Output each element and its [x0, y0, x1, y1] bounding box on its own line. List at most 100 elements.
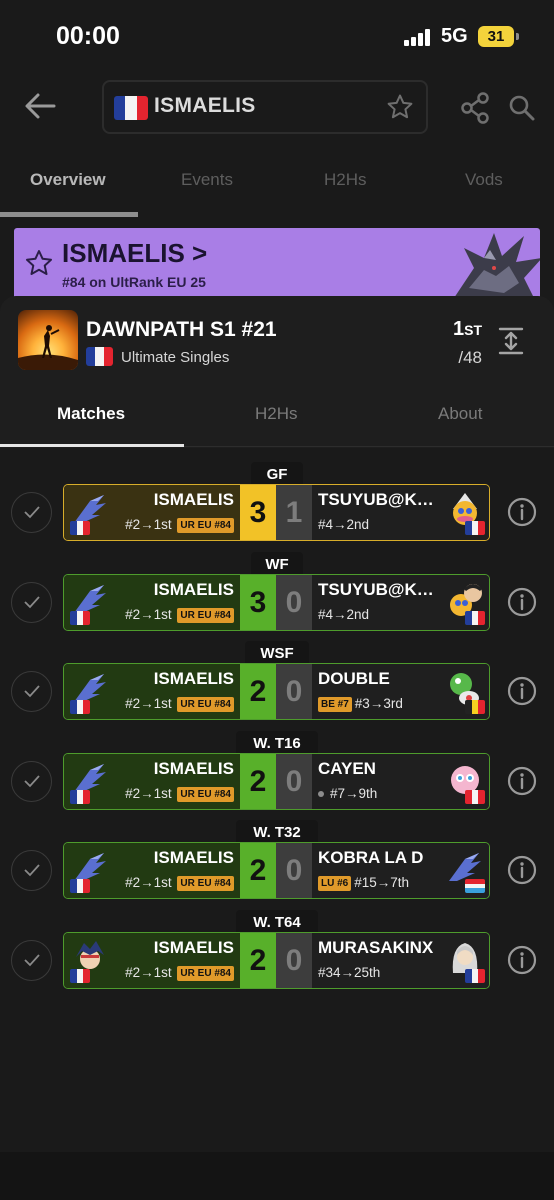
loser-name: CAYEN [318, 759, 376, 778]
loser-name: DOUBLE [318, 669, 390, 688]
player-banner[interactable]: ISMAELIS > #84 on UltRank EU 25 [14, 228, 540, 300]
network-label: 5G [441, 25, 468, 47]
match-card[interactable]: ISMAELIS #2→1st UR EU #84 2 0 DOUBLE BE … [63, 663, 490, 720]
winner-seed: #2→1st UR EU #84 [125, 875, 234, 891]
winner-seed: #2→1st UR EU #84 [125, 696, 234, 712]
match-card[interactable]: ISMAELIS #2→1st UR EU #84 2 0 KOBRA LA D… [63, 842, 490, 899]
match-check-button[interactable] [11, 850, 52, 891]
match-card[interactable]: ISMAELIS #2→1st UR EU #84 2 0 CAYEN #7→9… [63, 753, 490, 810]
checkmark-icon [24, 506, 40, 519]
match-check-button[interactable] [11, 940, 52, 981]
chevron-right-icon: > [192, 238, 208, 268]
match-check-button[interactable] [11, 492, 52, 533]
info-icon[interactable] [507, 497, 537, 527]
winner-side: ISMAELIS #2→1st UR EU #84 [64, 664, 240, 719]
battery-icon: 31 [478, 26, 519, 47]
checkmark-icon [24, 775, 40, 788]
star-outline-icon[interactable] [24, 248, 54, 278]
info-icon[interactable] [507, 587, 537, 617]
winner-side: ISMAELIS #2→1st UR EU #84 [64, 933, 240, 988]
country-flag-icon [465, 611, 485, 625]
player-search-box[interactable]: ISMAELIS [102, 80, 428, 134]
match-card[interactable]: ISMAELIS #2→1st UR EU #84 2 0 MURASAKINX… [63, 932, 490, 989]
info-icon[interactable] [507, 945, 537, 975]
winner-seed: #2→1st UR EU #84 [125, 965, 234, 981]
loser-score: 0 [276, 754, 312, 809]
winner-side: ISMAELIS #2→1st UR EU #84 [64, 754, 240, 809]
signal-icon [404, 28, 434, 46]
favorite-star-icon[interactable] [386, 93, 414, 121]
match-check-button[interactable] [11, 761, 52, 802]
tab-overview[interactable]: Overview [30, 170, 106, 190]
loser-name: TSUYUB@KAON1... [318, 490, 446, 509]
status-dot [318, 791, 324, 797]
status-time: 00:00 [56, 22, 120, 50]
loser-name: TSUYUB@KAON1... [318, 580, 446, 599]
tab-vods[interactable]: Vods [465, 170, 503, 190]
banner-rank: #84 on UltRank EU 25 [62, 274, 206, 290]
info-icon[interactable] [507, 766, 537, 796]
match-card[interactable]: ISMAELIS #2→1st UR EU #84 3 0 TSUYUB@KAO… [63, 574, 490, 631]
tab-events[interactable]: Events [181, 170, 233, 190]
france-flag-icon [70, 611, 90, 625]
expand-icon[interactable] [497, 326, 525, 356]
subtab-matches[interactable]: Matches [57, 404, 125, 424]
checkmark-icon [24, 685, 40, 698]
loser-seed: #4→2nd [318, 607, 370, 622]
event-title: DAWNPATH S1 #21 [86, 318, 277, 341]
loser-seed: LU #6 #15→7th [318, 875, 409, 891]
winner-seed: #2→1st UR EU #84 [125, 786, 234, 802]
france-flag-icon [70, 969, 90, 983]
placement: 1ST [452, 318, 482, 340]
rank-badge: UR EU #84 [177, 518, 234, 533]
loser-score: 0 [276, 664, 312, 719]
subtab-h2hs[interactable]: H2Hs [255, 404, 298, 424]
winner-side: ISMAELIS #2→1st UR EU #84 [64, 485, 240, 540]
loser-score: 1 [276, 485, 312, 540]
back-arrow-icon[interactable] [22, 88, 58, 124]
france-flag-icon [70, 790, 90, 804]
winner-name: ISMAELIS [153, 490, 234, 509]
match-check-button[interactable] [11, 582, 52, 623]
country-flag-icon [465, 521, 485, 535]
info-icon[interactable] [507, 855, 537, 885]
search-icon[interactable] [508, 94, 536, 122]
match-check-button[interactable] [11, 671, 52, 712]
loser-side: MURASAKINX #34→25th [312, 933, 489, 988]
country-flag-icon [465, 969, 485, 983]
match-card[interactable]: ISMAELIS #2→1st UR EU #84 3 1 TSUYUB@KAO… [63, 484, 490, 541]
rank-badge: UR EU #84 [177, 787, 234, 802]
character-art-image [454, 233, 540, 298]
loser-seed: BE #7 #3→3rd [318, 696, 403, 712]
share-icon[interactable] [460, 92, 490, 124]
country-flag-icon [465, 879, 485, 893]
main-tabs: Overview Events H2Hs Vods [0, 150, 554, 220]
entrant-count: /48 [458, 348, 482, 367]
checkmark-icon [24, 596, 40, 609]
bottom-bar [0, 1152, 554, 1200]
country-flag-icon [465, 790, 485, 804]
winner-name: ISMAELIS [153, 759, 234, 778]
rank-badge: UR EU #84 [177, 608, 234, 623]
loser-score: 0 [276, 575, 312, 630]
winner-score: 3 [240, 485, 276, 540]
france-flag-icon [70, 700, 90, 714]
info-icon[interactable] [507, 676, 537, 706]
winner-name: ISMAELIS [153, 848, 234, 867]
loser-score: 0 [276, 843, 312, 898]
subtab-indicator [0, 444, 184, 447]
winner-side: ISMAELIS #2→1st UR EU #84 [64, 843, 240, 898]
subtab-about[interactable]: About [438, 404, 482, 424]
loser-seed: #34→25th [318, 965, 381, 980]
rank-badge: UR EU #84 [177, 697, 234, 712]
tab-h2hs[interactable]: H2Hs [324, 170, 367, 190]
checkmark-icon [24, 864, 40, 877]
winner-side: ISMAELIS #2→1st UR EU #84 [64, 575, 240, 630]
rank-badge: UR EU #84 [177, 876, 234, 891]
country-flag-icon [465, 700, 485, 714]
winner-score: 2 [240, 754, 276, 809]
loser-side: TSUYUB@KAON1... #4→2nd [312, 485, 489, 540]
loser-name: MURASAKINX [318, 938, 434, 957]
rank-badge: UR EU #84 [177, 966, 234, 981]
loser-name: KOBRA LA D [318, 848, 424, 867]
